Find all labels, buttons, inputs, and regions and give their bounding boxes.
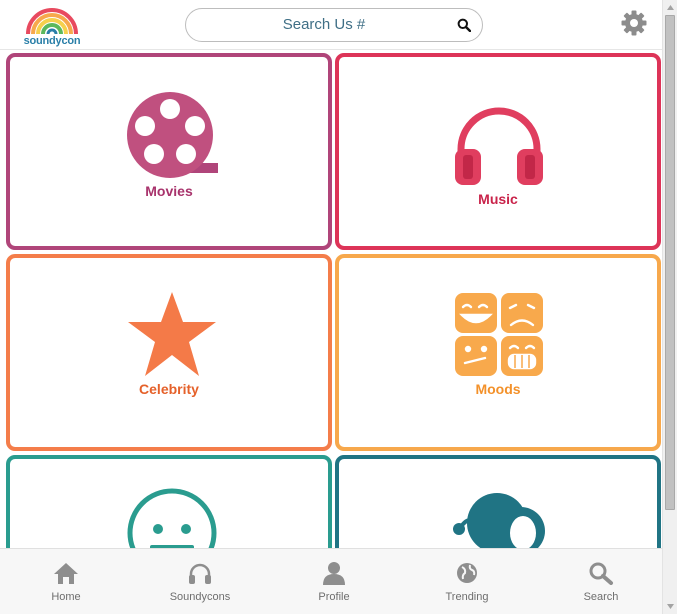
tile-celebrity[interactable]: Celebrity xyxy=(6,254,332,451)
nav-soundycons[interactable]: Soundycons xyxy=(134,549,266,614)
nav-label-soundycons: Soundycons xyxy=(169,591,231,603)
search-input[interactable]: Search Us # xyxy=(185,8,483,42)
logo-text: soundycon xyxy=(23,35,81,47)
app-window: soundycon Search Us # Movies Music Celeb… xyxy=(0,0,677,614)
globe-icon xyxy=(457,563,477,583)
bottom-nav: Home Soundycons Profile Trending Search xyxy=(0,548,662,614)
nav-profile[interactable]: Profile xyxy=(268,549,400,614)
nav-label-trending: Trending xyxy=(445,591,489,603)
scroll-down-arrow-icon[interactable] xyxy=(663,599,677,614)
scrollbar-thumb[interactable] xyxy=(665,15,675,510)
star-icon xyxy=(128,292,216,376)
film-reel-icon xyxy=(127,92,218,178)
search-icon xyxy=(589,562,613,585)
search-placeholder: Search Us # xyxy=(282,16,366,33)
search-icon[interactable] xyxy=(457,18,471,32)
nav-label-profile: Profile xyxy=(318,591,350,603)
scroll-up-arrow-icon[interactable] xyxy=(663,0,677,15)
tile-label-movies: Movies xyxy=(145,183,193,199)
headphones-icon xyxy=(189,563,211,584)
tile-label-celebrity: Celebrity xyxy=(139,381,199,397)
tile-moods[interactable]: Moods xyxy=(335,254,661,451)
nav-search[interactable]: Search xyxy=(535,549,667,614)
tile-movies[interactable]: Movies xyxy=(6,53,332,250)
tile-music[interactable]: Music xyxy=(335,53,661,250)
nav-trending[interactable]: Trending xyxy=(401,549,533,614)
rainbow-logo-icon xyxy=(26,8,78,35)
soundycon-logo[interactable]: soundycon xyxy=(22,8,82,48)
mood-faces-icon xyxy=(455,293,543,376)
vertical-scrollbar[interactable] xyxy=(662,0,677,614)
tile-label-moods: Moods xyxy=(475,381,521,397)
headphones-icon xyxy=(455,107,543,185)
nav-label-home: Home xyxy=(51,591,81,603)
nav-label-search: Search xyxy=(583,591,619,603)
tile-label-music: Music xyxy=(478,191,518,207)
home-icon xyxy=(54,563,78,584)
header: soundycon Search Us # xyxy=(0,0,662,50)
person-icon xyxy=(323,562,345,585)
gear-icon[interactable] xyxy=(620,9,648,37)
nav-home[interactable]: Home xyxy=(0,549,132,614)
